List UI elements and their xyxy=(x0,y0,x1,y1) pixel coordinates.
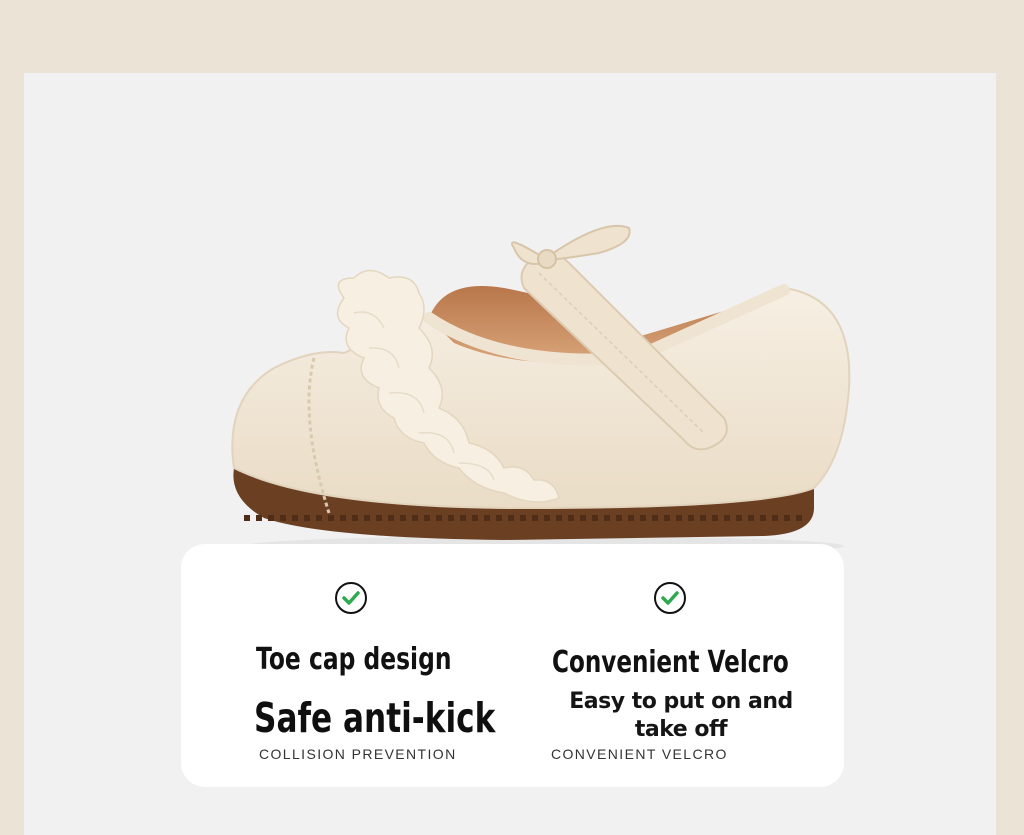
check-circle-icon xyxy=(335,582,367,614)
feature-subtitle: CONVENIENT VELCRO xyxy=(551,746,728,762)
feature-toe-cap: Toe cap design Safe anti-kick COLLISION … xyxy=(201,544,501,787)
feature-headline: Safe anti-kick xyxy=(254,694,496,742)
feature-description: Easy to put on and take off xyxy=(569,689,793,742)
check-circle-icon xyxy=(654,582,686,614)
feature-velcro: Convenient Velcro Easy to put on and tak… xyxy=(521,544,821,787)
feature-subtitle: COLLISION PREVENTION xyxy=(259,746,457,762)
product-panel: Toe cap design Safe anti-kick COLLISION … xyxy=(24,73,996,835)
shoe-image xyxy=(231,224,851,556)
feature-card: Toe cap design Safe anti-kick COLLISION … xyxy=(181,544,844,787)
feature-title: Convenient Velcro xyxy=(552,645,789,680)
feature-title: Toe cap design xyxy=(256,642,452,677)
